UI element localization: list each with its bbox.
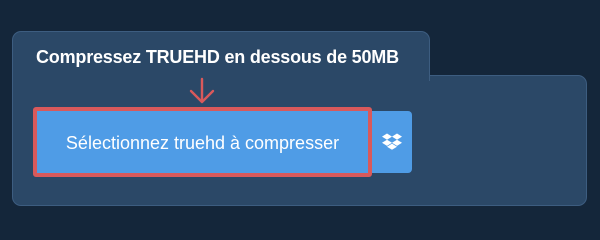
dropbox-button[interactable]: [372, 111, 412, 173]
select-file-label: Sélectionnez truehd à compresser: [65, 133, 340, 153]
dropbox-icon: [382, 133, 402, 150]
title-tab: Compressez TRUEHD en dessous de 50MB: [12, 31, 430, 81]
arrow-down-icon: [189, 77, 215, 104]
page-title: Compressez TRUEHD en dessous de 50MB: [36, 47, 399, 67]
select-file-button[interactable]: Sélectionnez truehd à compresser: [33, 107, 372, 177]
